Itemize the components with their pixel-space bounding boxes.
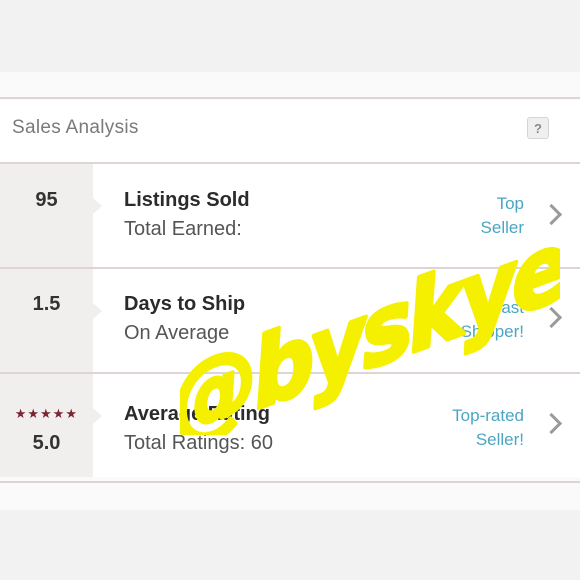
card-top-border xyxy=(0,97,580,99)
badge-line-2: Shipper! xyxy=(460,322,524,341)
chevron-right-icon[interactable] xyxy=(540,306,563,329)
top-rated-seller-badge[interactable]: Top-rated Seller! xyxy=(414,404,524,452)
card-header: Sales Analysis ? xyxy=(0,100,580,162)
card-bottom-border xyxy=(0,481,580,483)
total-ratings-label: Total Ratings: 60 xyxy=(124,432,273,454)
listings-sold-row[interactable]: 95 Listings Sold Total Earned: Top Selle… xyxy=(0,164,580,267)
listings-sold-title: Listings Sold xyxy=(124,189,250,211)
chevron-right-icon[interactable] xyxy=(540,203,563,226)
bottom-background-band xyxy=(0,510,580,580)
question-mark-icon: ? xyxy=(534,121,542,136)
badge-line-2: Seller! xyxy=(475,430,524,449)
stat-column: ★★★★★ 5.0 xyxy=(0,374,102,477)
days-to-ship-row[interactable]: 1.5 Days to Ship On Average Fast Shipper… xyxy=(0,269,580,372)
stat-column: 95 xyxy=(0,164,102,267)
card-title: Sales Analysis xyxy=(12,117,139,138)
listings-sold-value: 95 xyxy=(35,189,58,211)
badge-line-1: Top xyxy=(496,194,524,213)
top-seller-badge[interactable]: Top Seller xyxy=(414,192,524,240)
days-to-ship-title: Days to Ship xyxy=(124,293,246,315)
stat-column: 1.5 xyxy=(0,269,102,372)
badge-line-1: Fast xyxy=(490,298,524,317)
badge-line-2: Seller xyxy=(480,218,524,237)
average-rating-value: 5.0 xyxy=(32,432,61,454)
total-earned-label: Total Earned: xyxy=(124,218,242,240)
fast-shipper-badge[interactable]: Fast Shipper! xyxy=(414,296,524,344)
chevron-right-icon[interactable] xyxy=(540,412,563,435)
average-rating-title: Average Rating xyxy=(124,403,270,425)
average-rating-row[interactable]: ★★★★★ 5.0 Average Rating Total Ratings: … xyxy=(0,374,580,477)
help-button[interactable]: ? xyxy=(527,117,549,139)
days-to-ship-value: 1.5 xyxy=(32,293,61,315)
badge-line-1: Top-rated xyxy=(452,406,524,425)
on-average-label: On Average xyxy=(124,322,230,344)
top-background-band xyxy=(0,0,580,72)
star-icon: ★★★★★ xyxy=(14,406,78,421)
